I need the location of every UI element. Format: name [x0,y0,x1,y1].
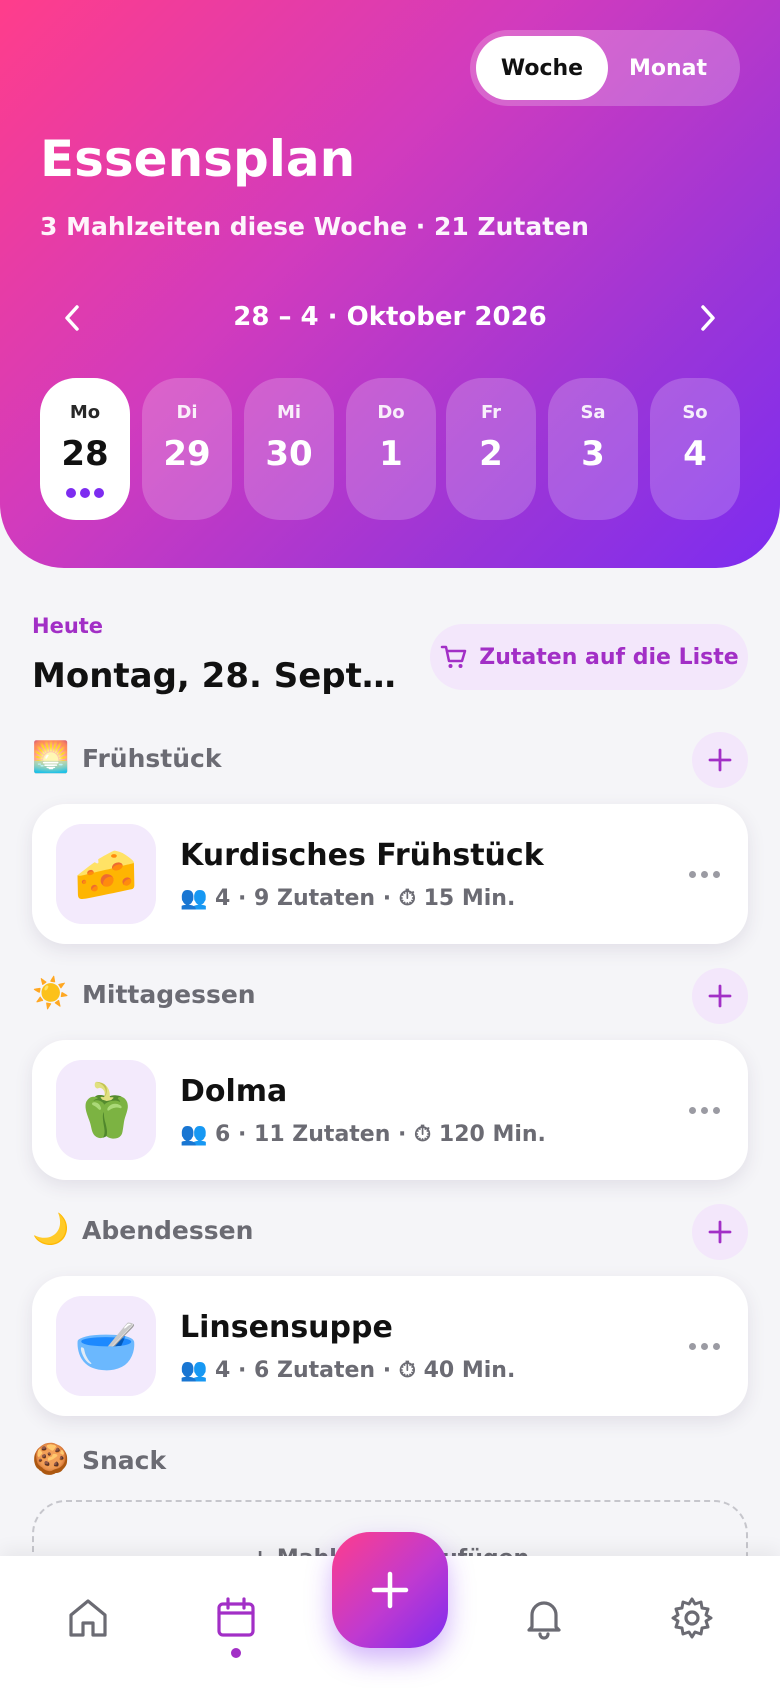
calendar-icon [217,1597,255,1637]
view-toggle: Woche Monat [470,30,740,106]
today-label: Heute [32,614,104,638]
day-pill-fr[interactable]: Fr 2 [446,378,536,520]
day-date: 28 [61,434,109,474]
day-date: 29 [163,434,211,474]
recipe-meta: 👥 4 · 9 Zutaten · ⏱ 15 Min. [180,886,516,911]
meal-section-snack: 🍪 Snack [32,1432,748,1492]
tab-home[interactable] [58,1588,118,1648]
day-name: Di [176,402,198,423]
next-week-button[interactable] [686,296,730,340]
day-date: 4 [683,434,707,474]
cart-icon [441,645,467,668]
day-name: Mo [69,402,101,423]
meal-slot-label: Snack [82,1446,167,1475]
add-lunch-button[interactable] [692,968,748,1024]
day-date: 2 [479,434,503,474]
add-ingredients-label: Zutaten auf die Liste [479,644,739,670]
day-date: 30 [265,434,313,474]
cookie-icon: 🍪 [32,1442,70,1477]
day-pill-sa[interactable]: Sa 3 [548,378,638,520]
add-ingredients-to-list-button[interactable]: Zutaten auf die Liste [430,624,748,690]
plus-icon [708,984,732,1008]
week-range-label: 28 – 4 · Oktober 2026 [233,302,547,332]
day-pill-di[interactable]: Di 29 [142,378,232,520]
selected-date-title: Montag, 28. Septem... [32,656,412,696]
moon-icon: 🌙 [32,1212,70,1247]
recipe-card[interactable]: 🫑 Dolma 👥 6 · 11 Zutaten · ⏱ 120 Min. [32,1040,748,1180]
pepper-icon: 🫑 [56,1060,156,1160]
more-dots-icon [688,870,696,878]
day-strip: Mo 28 Di 29 Mi 30 Do 1 Fr 2 Sa 3 So 4 [40,378,740,520]
more-dots-icon [688,1342,696,1350]
day-pill-mi[interactable]: Mi 30 [244,378,334,520]
header: Woche Monat Essensplan 3 Mahlzeiten dies… [0,0,780,568]
recipe-name: Dolma [180,1074,288,1109]
day-name: So [682,402,708,423]
cheese-icon: 🧀 [56,824,156,924]
home-icon [69,1599,107,1637]
plus-icon [371,1571,409,1609]
tab-calendar[interactable] [206,1588,266,1648]
more-options-button[interactable] [684,1334,724,1358]
more-options-button[interactable] [684,1098,724,1122]
more-options-button[interactable] [684,862,724,886]
meal-slot-label: Mittagessen [82,980,256,1009]
meal-slot-label: Abendessen [82,1216,254,1245]
recipe-name: Linsensuppe [180,1310,393,1345]
add-breakfast-button[interactable] [692,732,748,788]
page-title: Essensplan [40,130,356,188]
recipe-card[interactable]: 🥣 Linsensuppe 👥 4 · 6 Zutaten · ⏱ 40 Min… [32,1276,748,1416]
bowl-icon: 🥣 [56,1296,156,1396]
plus-icon [708,1220,732,1244]
day-date: 3 [581,434,605,474]
active-tab-indicator [231,1648,241,1658]
week-toggle-button[interactable]: Woche [476,36,608,100]
day-name: Sa [580,402,606,423]
day-name: Do [377,402,405,423]
bell-icon [527,1601,561,1640]
recipe-meta: 👥 4 · 6 Zutaten · ⏱ 40 Min. [180,1358,516,1383]
meal-section-fruehstueck: 🌅 Frühstück [32,730,748,790]
meal-dots [40,488,130,498]
page-subtitle: 3 Mahlzeiten diese Woche · 21 Zutaten [40,212,589,241]
more-dots-icon [688,1106,696,1114]
plus-icon [708,748,732,772]
tab-settings[interactable] [662,1588,722,1648]
meal-slot-label: Frühstück [82,744,222,773]
month-toggle-button[interactable]: Monat [602,36,734,100]
meal-section-abendessen: 🌙 Abendessen [32,1202,748,1262]
add-dinner-button[interactable] [692,1204,748,1260]
day-pill-do[interactable]: Do 1 [346,378,436,520]
day-name: Mi [276,402,302,423]
sunrise-icon: 🌅 [32,740,70,775]
chevron-right-icon [701,305,715,331]
recipe-name: Kurdisches Frühstück [180,838,544,873]
day-name: Fr [480,402,502,423]
sun-icon: ☀️ [32,976,70,1011]
recipe-meta: 👥 6 · 11 Zutaten · ⏱ 120 Min. [180,1122,546,1147]
day-pill-so[interactable]: So 4 [650,378,740,520]
meal-section-mittagessen: ☀️ Mittagessen [32,966,748,1026]
tab-notifications[interactable] [514,1588,574,1648]
day-date: 1 [379,434,403,474]
add-meal-fab[interactable] [332,1532,448,1648]
recipe-card[interactable]: 🧀 Kurdisches Frühstück 👥 4 · 9 Zutaten ·… [32,804,748,944]
day-pill-mo[interactable]: Mo 28 [40,378,130,520]
gear-icon [671,1597,713,1639]
